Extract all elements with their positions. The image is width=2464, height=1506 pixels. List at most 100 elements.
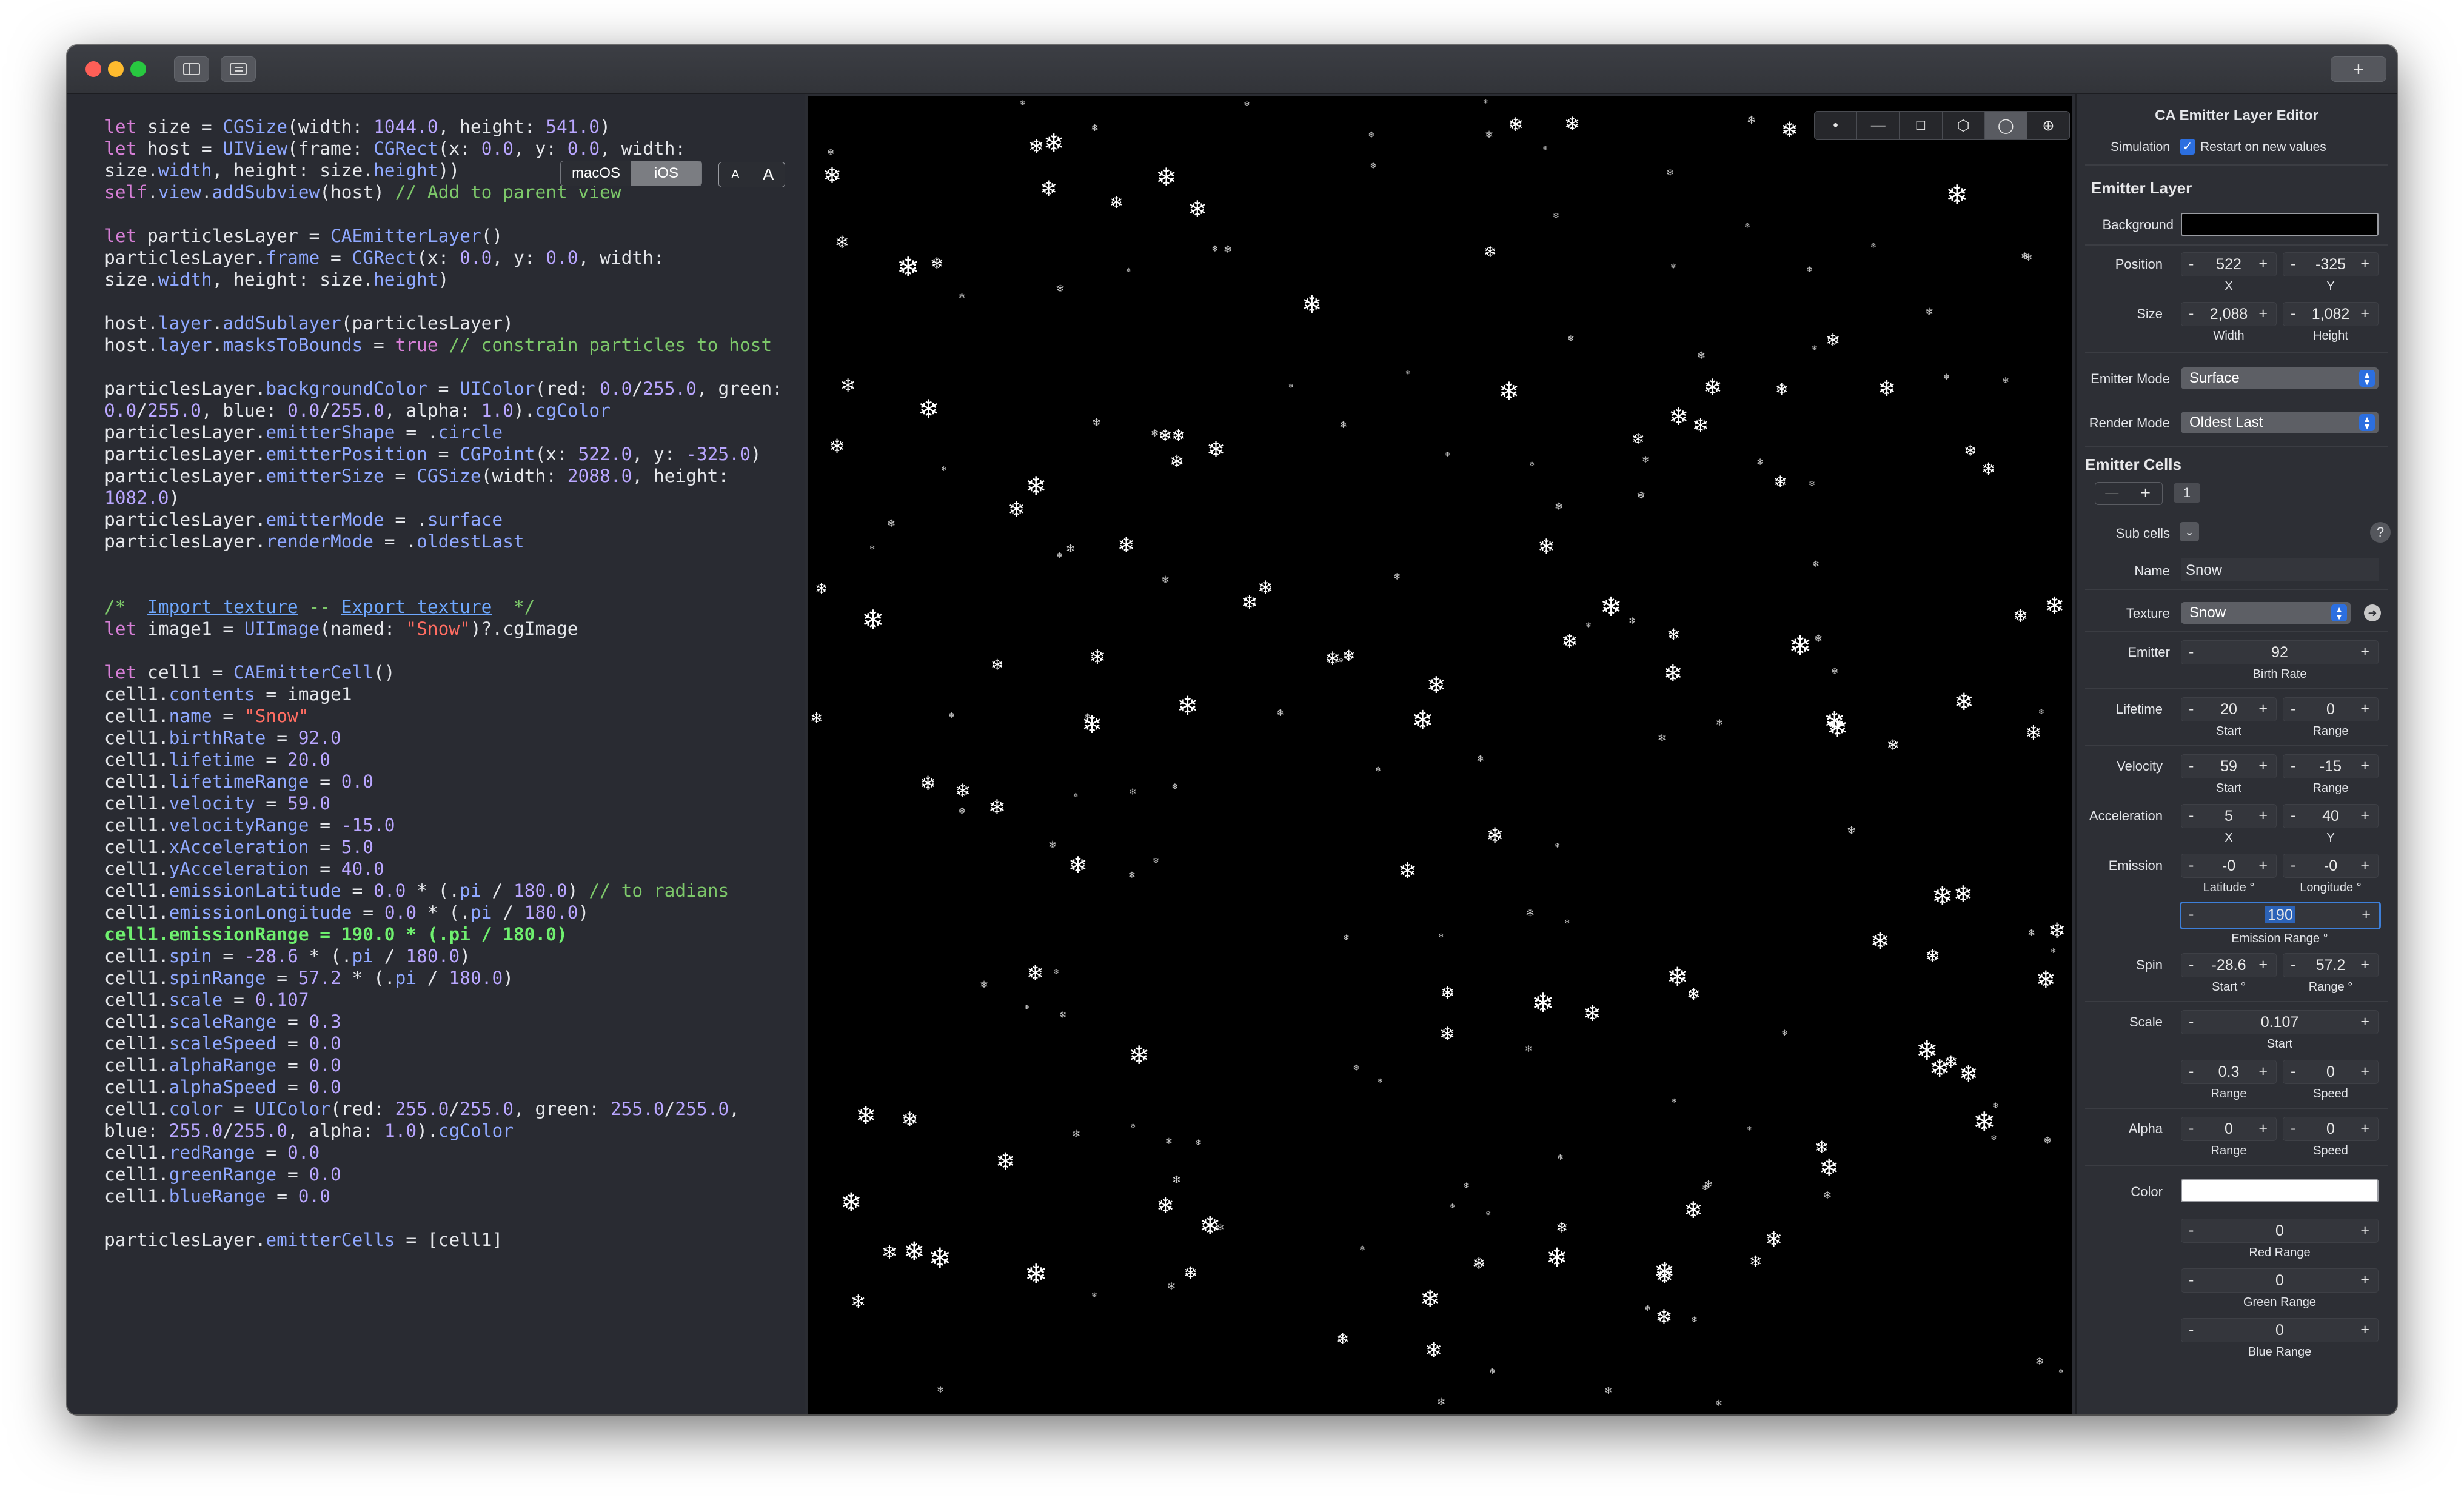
sub-cells-label: Sub cells — [2115, 526, 2170, 541]
acceleration-x-stepper[interactable]: -5 + — [2181, 804, 2277, 828]
emission-latitude-stepper[interactable]: - -0 + — [2181, 854, 2277, 878]
green-range-stepper[interactable]: -0 + — [2181, 1268, 2379, 1293]
size-height-stepper[interactable]: -1,082 + — [2283, 302, 2379, 326]
snowflake-icon: ❄ — [2036, 966, 2056, 994]
velocity-range-stepper[interactable]: - -15 + — [2283, 754, 2379, 778]
spin-range-stepper[interactable]: -57.2 + — [2283, 953, 2379, 977]
snowflake-icon: ❄ — [948, 711, 955, 720]
snowflake-icon: ❄ — [1887, 737, 1899, 754]
cuboid-mode-icon[interactable]: ⬡ — [1941, 112, 1984, 139]
snowflake-icon: ❄ — [1472, 1254, 1486, 1273]
restart-checkbox[interactable]: ✓ — [2180, 139, 2195, 155]
texture-popup[interactable]: Snow ▲ ▼ — [2181, 602, 2351, 624]
position-x-stepper[interactable]: -522 + — [2181, 252, 2277, 276]
render-mode-popup[interactable]: Oldest Last ▲ ▼ — [2181, 412, 2379, 433]
snowflake-icon: ❄ — [1370, 161, 1377, 171]
snowflake-icon: ❄ — [1420, 1285, 1441, 1313]
line-mode-icon[interactable]: — — [1856, 112, 1899, 139]
snowflake-icon: ❄ — [2002, 376, 2009, 386]
add-cell-button[interactable]: + — [2129, 483, 2163, 504]
snowflake-icon: ❄ — [1561, 629, 1578, 653]
remove-cell-button[interactable]: — — [2095, 483, 2129, 504]
cell-add-remove-control[interactable]: — + — [2095, 482, 2163, 505]
emission-longitude-stepper[interactable]: - -0 + — [2283, 854, 2379, 878]
snowflake-icon: ❄ — [1343, 934, 1350, 943]
platform-segmented-control[interactable]: macOS iOS — [560, 161, 702, 186]
snowflake-icon: ❄ — [1177, 691, 1199, 721]
minimize-button[interactable] — [108, 61, 124, 77]
emitter-mode-popup[interactable]: Surface ▲ ▼ — [2181, 367, 2379, 389]
point-mode-icon[interactable]: • — [1815, 112, 1856, 139]
snowflake-icon: ❄ — [1632, 430, 1645, 449]
snowflake-icon: ❄ — [1567, 334, 1575, 344]
ios-segment[interactable]: iOS — [631, 161, 701, 186]
lifetime-label: Lifetime — [2115, 701, 2163, 717]
acceleration-y-stepper[interactable]: -40 + — [2283, 804, 2379, 828]
increase-font-button[interactable]: A — [751, 162, 785, 187]
cell-color-well[interactable] — [2181, 1179, 2379, 1202]
toggle-list-button[interactable] — [221, 56, 256, 82]
scale-speed-stepper[interactable]: -0 + — [2283, 1060, 2379, 1084]
list-icon — [230, 63, 247, 75]
birth-rate-stepper[interactable]: -92 + — [2181, 640, 2379, 664]
emitter-layer-header: Emitter Layer — [2091, 179, 2192, 197]
rectangle-mode-icon[interactable]: □ — [1899, 112, 1941, 139]
snowflake-icon: ❄ — [1211, 244, 1219, 254]
macos-segment[interactable]: macOS — [561, 161, 631, 186]
snowflake-icon: ❄ — [1024, 1003, 1029, 1011]
snowflake-icon: ❄ — [1716, 717, 1724, 728]
scale-start-stepper[interactable]: -0.107 + — [2181, 1010, 2379, 1034]
emission-range-value[interactable]: 190 — [2265, 906, 2295, 923]
alpha-range-stepper[interactable]: -0 + — [2181, 1117, 2277, 1141]
snowflake-icon: ❄ — [1744, 221, 1750, 230]
add-button[interactable]: + — [2331, 56, 2386, 82]
snowflake-icon: ❄ — [1525, 907, 1535, 920]
decrease-font-button[interactable]: A — [719, 162, 752, 187]
snowflake-icon: ❄ — [1483, 99, 1488, 105]
zoom-button[interactable] — [130, 61, 146, 77]
spin-start-stepper[interactable]: - -28.6 + — [2181, 953, 2277, 977]
velocity-start-stepper[interactable]: -59 + — [2181, 754, 2277, 778]
snowflake-icon: ❄ — [1375, 765, 1381, 774]
position-y-caption: Y — [2326, 279, 2335, 293]
size-width-stepper[interactable]: -2,088 + — [2181, 302, 2277, 326]
snowflake-icon: ❄ — [1691, 1316, 1698, 1325]
snowflake-icon: ❄ — [1756, 457, 1764, 467]
lifetime-start-stepper[interactable]: -20 + — [2181, 697, 2277, 721]
help-button[interactable]: ? — [2370, 522, 2391, 543]
lifetime-range-stepper[interactable]: -0 + — [2283, 697, 2379, 721]
alpha-speed-stepper[interactable]: -0 + — [2283, 1117, 2379, 1141]
font-size-segmented-control[interactable]: A A — [718, 162, 785, 187]
position-y-stepper[interactable]: - -325 + — [2283, 252, 2379, 276]
snowflake-icon: ❄ — [810, 709, 823, 727]
view-mode-toolbar[interactable]: • — □ ⬡ ◯ ⊕ — [1814, 111, 2070, 140]
snowflake-icon: ❄ — [1943, 373, 1950, 382]
snowflake-icon: ❄ — [1485, 1210, 1491, 1217]
sub-cells-dropdown[interactable]: ⌄ — [2180, 522, 2199, 541]
particle-preview[interactable]: ❄ ❄ ❄ ❄ ❄ ❄ ❄ ❄ ❄ ❄ ❄ ❄ ❄ ❄ ❄ ❄ ❄ ❄ ❄ ❄ ❄ ❄ ❄ ❄ ❄ ❄ ❄ ❄ ❄ ❄ ❄ ❄ ❄ ❄ ❄ ❄ ❄ ❄ ❄ ❄… — [808, 96, 2072, 1414]
emission-range-stepper[interactable]: -190 + — [2180, 902, 2381, 929]
sphere-mode-icon[interactable]: ⊕ — [2026, 112, 2069, 139]
texture-go-icon[interactable]: ➜ — [2364, 604, 2381, 621]
circle-mode-icon[interactable]: ◯ — [1984, 112, 2027, 139]
blue-range-stepper[interactable]: -0 + — [2181, 1318, 2379, 1342]
snowflake-icon: ❄ — [1781, 1029, 1788, 1038]
generated-code[interactable]: let size = CGSize(width: 1044.0, height:… — [104, 116, 783, 1251]
toggle-sidebar-button[interactable] — [174, 56, 209, 82]
code-editor-pane[interactable]: let size = CGSize(width: 1044.0, height:… — [67, 94, 805, 1414]
red-range-stepper[interactable]: -0 + — [2181, 1219, 2379, 1243]
chevron-updown-icon: ▲ ▼ — [2331, 604, 2347, 621]
background-color-well[interactable] — [2181, 213, 2379, 236]
snowflake-icon: ❄ — [1823, 1190, 1832, 1202]
scale-range-stepper[interactable]: -0.3 + — [2181, 1060, 2277, 1084]
snowflake-icon: ❄ — [1128, 1040, 1150, 1070]
snowflake-icon: ❄ — [1684, 1197, 1703, 1223]
snowflake-icon: ❄ — [2013, 606, 2028, 627]
close-button[interactable] — [85, 61, 101, 77]
snowflake-icon: ❄ — [869, 544, 875, 552]
snowflake-icon: ❄ — [1450, 1202, 1455, 1210]
snowflake-icon: ❄ — [1485, 129, 1493, 141]
snowflake-icon: ❄ — [1555, 501, 1563, 513]
spin-label: Spin — [2135, 957, 2163, 972]
name-field[interactable]: Snow — [2181, 558, 2379, 581]
